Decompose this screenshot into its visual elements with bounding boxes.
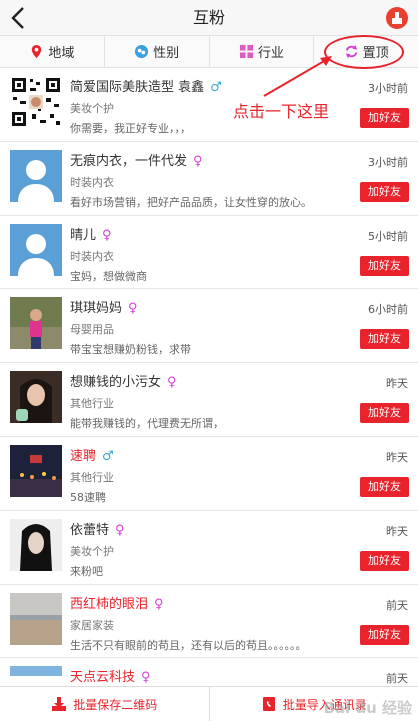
download-icon [52, 697, 67, 711]
user-industry: 时装内衣 [70, 175, 114, 189]
user-name: 依蕾特 ♀ [70, 522, 125, 538]
user-intro: 你需要，我正好专业，，， [70, 122, 191, 135]
default-avatar [10, 149, 62, 202]
list-item[interactable]: 依蕾特 ♀ 美妆个护 来粉吧 昨天 加好友 [0, 510, 418, 585]
user-name: 西红柿的眼泪 ♀ [70, 596, 164, 612]
tab-region[interactable]: 地域 [0, 36, 105, 67]
user-list: 简爱国际美肤造型 袁鑫 ♂ 美妆个护 你需要，我正好专业，，， 3小时前 加好友 … [0, 68, 418, 721]
add-friend-button[interactable]: 加好友 [360, 181, 409, 202]
list-item[interactable]: 琪琪妈妈 ♀ 母婴用品 带宝宝想赚奶粉钱，求带 6小时前 加好友 [0, 289, 418, 364]
photo-avatar [10, 518, 62, 571]
add-friend-button[interactable]: 加好友 [360, 403, 409, 424]
user-name: 晴儿 ♀ [70, 227, 112, 243]
post-time: 5小时前 [368, 229, 408, 243]
grid-icon [239, 44, 253, 59]
user-industry: 美妆个护 [70, 544, 114, 558]
annotation-text: 点击一下这里 [233, 102, 330, 121]
user-intro: 带宝宝想赚奶粉钱，求带 [70, 343, 191, 357]
female-icon: ♀ [115, 522, 125, 538]
female-icon: ♀ [193, 153, 203, 169]
user-name: 琪琪妈妈 ♀ [70, 301, 138, 317]
tab-gender-label: 性别 [153, 46, 180, 61]
tab-region-label: 地域 [48, 46, 75, 61]
photo-avatar [10, 592, 62, 645]
phone-book-icon [262, 697, 275, 711]
list-item[interactable]: 简爱国际美肤造型 袁鑫 ♂ 美妆个护 你需要，我正好专业，，， 3小时前 加好友 [0, 68, 418, 142]
user-name: 想赚钱的小污女 ♀ [70, 375, 177, 391]
add-friend-button[interactable]: 加好友 [360, 255, 409, 276]
photo-avatar [10, 371, 62, 424]
list-item[interactable]: 西红柿的眼泪 ♀ 家居家装 生活不只有眼前的苟且，还有以后的苟且。。。。。。 前天… [0, 584, 418, 659]
add-friend-button[interactable]: 加好友 [360, 329, 409, 350]
user-intro: 生活不只有眼前的苟且，还有以后的苟且。。。。。。 [70, 638, 307, 652]
qr-code-avatar [10, 76, 62, 128]
post-time: 昨天 [386, 377, 408, 391]
user-intro: 看好市场营销，把好产品品质，让女性穿的放心。 [70, 195, 312, 209]
add-friend-button[interactable]: 加好友 [360, 476, 409, 497]
user-name: 无痕内衣，一件代发 ♀ [70, 153, 203, 169]
post-time: 前天 [386, 598, 408, 612]
post-time: 昨天 [386, 450, 408, 464]
tab-gender[interactable]: 性别 [105, 36, 210, 67]
user-name: 简爱国际美肤造型 袁鑫 ♂ [70, 80, 222, 95]
female-icon: ♀ [154, 596, 164, 612]
user-intro: 来粉吧 [70, 564, 103, 578]
user-industry: 美妆个护 [70, 102, 114, 115]
list-item[interactable]: 想赚钱的小污女 ♀ 其他行业 能带我赚钱的，代理费无所谓， 昨天 加好友 [0, 363, 418, 437]
user-intro: 宝妈，想做微商 [70, 269, 147, 283]
user-industry: 家居家装 [70, 618, 114, 632]
user-industry: 其他行业 [70, 470, 114, 484]
user-industry: 其他行业 [70, 397, 114, 411]
post-time: 3小时前 [368, 155, 408, 169]
watermark: Bai du 经验 [323, 699, 412, 717]
post-time: 3小时前 [368, 82, 408, 95]
batch-save-qr-button[interactable]: 批量保存二维码 [0, 687, 210, 721]
publish-icon[interactable] [386, 7, 408, 29]
list-item[interactable]: 无痕内衣，一件代发 ♀ 时装内衣 看好市场营销，把好产品品质，让女性穿的放心。 3… [0, 141, 418, 216]
female-icon: ♀ [141, 670, 151, 686]
user-intro: 能带我赚钱的，代理费无所谓， [70, 417, 224, 431]
annotation-arrow-icon [263, 56, 332, 97]
user-intro: 58速聘 [70, 490, 106, 504]
top-bar: 互粉 [0, 0, 418, 36]
list-item[interactable]: 晴儿 ♀ 时装内衣 宝妈，想做微商 5小时前 加好友 [0, 215, 418, 290]
add-friend-button[interactable]: 加好友 [360, 108, 409, 128]
female-icon: ♀ [167, 375, 177, 391]
user-name: 天点云科技 ♀ [70, 670, 151, 686]
male-icon: ♂ [102, 448, 114, 464]
user-name: 速聘 ♂ [70, 448, 114, 464]
add-friend-button[interactable]: 加好友 [360, 624, 409, 645]
user-industry: 母婴用品 [70, 323, 114, 337]
female-icon: ♀ [102, 227, 112, 243]
post-time: 6小时前 [368, 303, 408, 317]
default-avatar [10, 223, 62, 276]
photo-avatar [10, 297, 62, 350]
user-industry: 时装内衣 [70, 249, 114, 263]
page-title: 互粉 [192, 8, 225, 27]
gender-icon [135, 44, 149, 59]
list-item[interactable]: 速聘 ♂ 其他行业 58速聘 昨天 加好友 [0, 436, 418, 511]
batch-save-qr-label: 批量保存二维码 [73, 697, 158, 712]
post-time: 前天 [386, 672, 408, 686]
post-time: 昨天 [386, 524, 408, 538]
male-icon: ♂ [210, 80, 222, 95]
photo-avatar [10, 444, 62, 497]
female-icon: ♀ [128, 301, 138, 317]
add-friend-button[interactable]: 加好友 [360, 550, 409, 571]
location-pin-icon [32, 44, 42, 59]
